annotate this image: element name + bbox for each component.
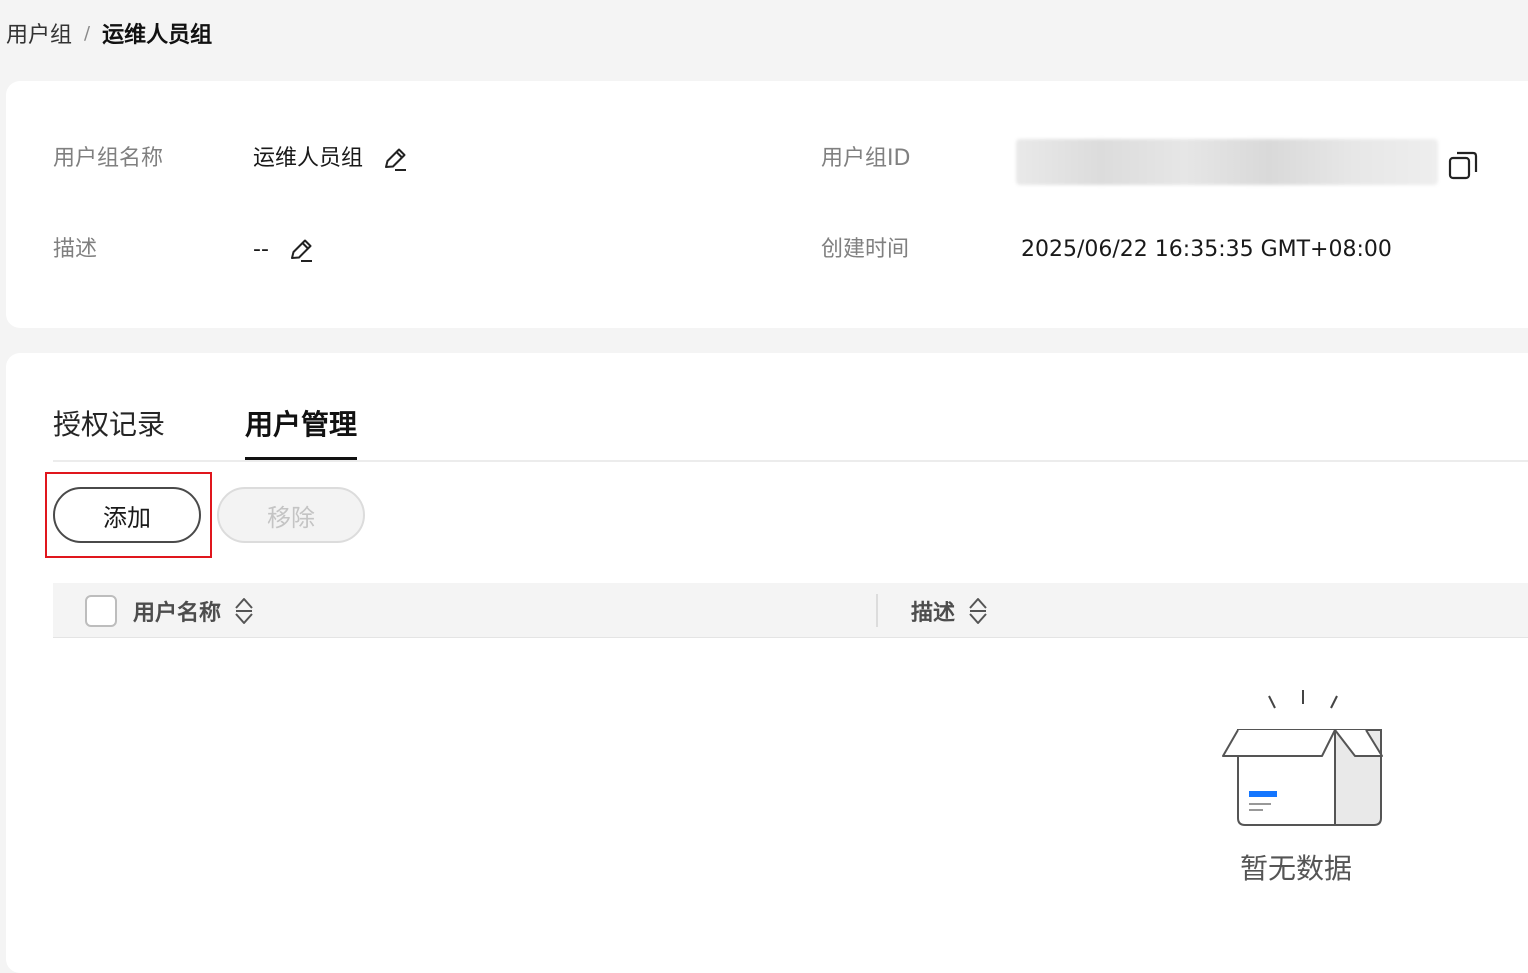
- tab-user-management[interactable]: 用户管理: [245, 403, 358, 461]
- breadcrumb-parent-link[interactable]: 用户组: [6, 17, 72, 49]
- created-time-value: 2025/06/22 16:35:35 GMT+08:00: [1021, 237, 1392, 262]
- empty-state-text: 暂无数据: [1239, 852, 1352, 885]
- edit-icon[interactable]: [287, 236, 315, 264]
- empty-box-icon: [1222, 690, 1383, 826]
- breadcrumb-separator: /: [84, 22, 91, 44]
- tab-bar: 授权记录 用户管理: [53, 403, 437, 461]
- group-info-card: 用户组名称 运维人员组 描述 -- 用户组ID 创建时间 2025/06/22 …: [6, 81, 1528, 328]
- group-name-value: 运维人员组: [253, 146, 364, 171]
- group-id-label: 用户组ID: [821, 146, 911, 171]
- breadcrumb-current: 运维人员组: [102, 23, 213, 48]
- remove-button: 移除: [217, 487, 365, 543]
- table-header: 用户名称 描述: [53, 583, 1528, 638]
- add-button[interactable]: 添加: [53, 487, 201, 543]
- copy-icon[interactable]: [1448, 149, 1478, 181]
- description-value-wrap: --: [253, 235, 315, 265]
- description-label: 描述: [53, 237, 98, 262]
- description-value: --: [253, 237, 269, 262]
- sort-icon[interactable]: [233, 596, 255, 626]
- tab-divider: [53, 460, 1528, 462]
- edit-icon[interactable]: [381, 145, 409, 173]
- column-username-label: 用户名称: [133, 600, 222, 626]
- group-name-label: 用户组名称: [53, 146, 164, 171]
- group-id-value-redacted: [1016, 139, 1438, 185]
- column-divider: [876, 594, 878, 627]
- tab-authorization-records[interactable]: 授权记录: [53, 403, 165, 461]
- group-detail-card: 授权记录 用户管理 添加 移除 用户名称 描述 暂无数据: [6, 353, 1528, 973]
- column-description-label: 描述: [911, 600, 956, 626]
- created-time-label: 创建时间: [821, 237, 910, 262]
- column-description[interactable]: 描述: [911, 583, 989, 638]
- group-name-value-wrap: 运维人员组: [253, 144, 409, 174]
- column-username[interactable]: 用户名称: [133, 583, 255, 638]
- breadcrumb: 用户组 / 运维人员组: [6, 17, 213, 49]
- sort-icon[interactable]: [967, 596, 989, 626]
- select-all-checkbox[interactable]: [85, 595, 117, 627]
